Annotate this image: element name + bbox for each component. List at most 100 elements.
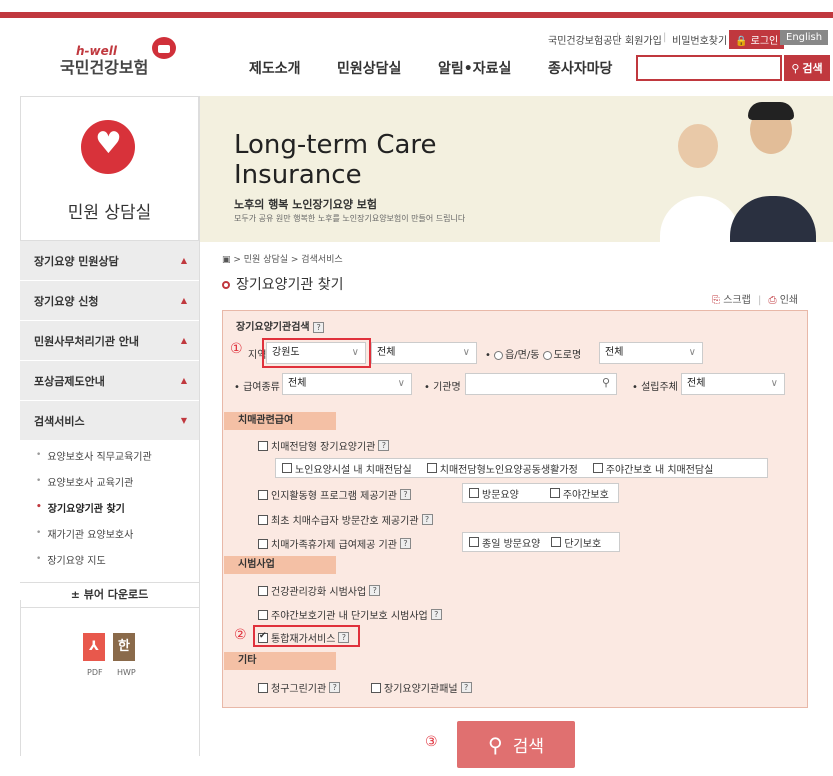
sidebar-item-ltc-consult[interactable]: 장기요양 민원상담 ▲ [20, 241, 199, 281]
help-icon[interactable]: ? [399, 538, 411, 549]
checkbox[interactable] [258, 682, 268, 693]
header-search-input[interactable] [636, 55, 782, 81]
help-icon[interactable]: ? [378, 440, 390, 451]
checkbox[interactable] [258, 514, 268, 525]
checkbox-dementia-facility[interactable]: 치매전담형 장기요양기관 ? [258, 438, 390, 453]
banner-title: Long-term Care Insurance [234, 130, 437, 190]
category-etc: 기타 [224, 652, 336, 670]
checkbox-integrated-home-service[interactable]: 통합재가서비스 ? [258, 630, 350, 645]
checkbox-label: 인지활동형 프로그램 제공기관 [271, 491, 397, 502]
vacation-sub-options: 종일 방문요양 단기보호 [462, 532, 620, 552]
radio-eup-label: 읍/면/동 [505, 350, 540, 361]
english-button[interactable]: English [780, 30, 829, 45]
logo-mark-icon [152, 37, 176, 59]
hwp-viewer-icon[interactable]: 한 [113, 633, 135, 661]
help-icon[interactable]: ? [421, 514, 433, 525]
district-select[interactable]: 전체 ∨ [371, 342, 477, 364]
gnb-item-workers[interactable]: 종사자마당 [548, 58, 612, 78]
checkbox-health-pilot[interactable]: 건강관리강화 시범사업 ? [258, 583, 381, 598]
scrap-button[interactable]: 스크랩 [723, 295, 751, 306]
scrap-icon: ⎘ [712, 295, 720, 306]
lock-icon: 🔒 [735, 36, 748, 47]
submenu-item-caregiver-school[interactable]: 요양보호사 교육기관 [20, 468, 199, 494]
checkbox[interactable] [469, 488, 479, 498]
region-select[interactable]: 강원도 ∨ [266, 342, 366, 364]
help-icon[interactable]: ? [399, 489, 411, 500]
help-icon[interactable]: ? [460, 682, 472, 693]
gnb-item-intro[interactable]: 제도소개 [249, 58, 301, 78]
checkbox[interactable] [426, 463, 437, 473]
gnb-item-civil[interactable]: 민원상담실 [337, 58, 401, 78]
radio-road[interactable] [542, 350, 552, 360]
checkbox-ltc-panel[interactable]: 장기요양기관패널 ? [371, 680, 472, 695]
viewer-download[interactable]: ± 뷰어 다운로드 [20, 582, 199, 608]
print-icon: ⎙ [768, 295, 777, 306]
org-label: • 기관명 [424, 382, 461, 393]
submenu-item-home-caregiver[interactable]: 재가기관 요양보호사 [20, 520, 199, 546]
checkbox-label: 주야간보호 [562, 489, 609, 501]
checkbox[interactable] [258, 538, 268, 549]
banner-face-woman [678, 124, 718, 168]
chevron-up-icon: ▲ [180, 336, 187, 345]
checkbox-cognitive-program[interactable]: 인지활동형 프로그램 제공기관 ? [258, 487, 411, 502]
checkbox-label: 노인요양시설 내 치매전담실 [295, 464, 412, 476]
header-search-button[interactable]: ⚲ 검색 [784, 55, 830, 81]
sidebar-item-search-service[interactable]: 검색서비스 ▼ [20, 401, 199, 441]
checkbox[interactable] [282, 463, 292, 473]
sidebar-item-agency-guide[interactable]: 민원사무처리기관 안내 ▲ [20, 321, 199, 361]
home-icon[interactable]: ▣ [222, 255, 231, 265]
help-icon[interactable]: ? [338, 632, 350, 643]
checkbox-label: 방문요양 [482, 489, 519, 501]
help-icon[interactable]: ? [369, 585, 381, 596]
checkbox-label: 치매전담형노인요양공동생활가정 [439, 464, 578, 476]
founder-select[interactable]: 전체 ∨ [681, 373, 785, 395]
checkbox-green-claim[interactable]: 청구그린기관 ? [258, 680, 341, 695]
checkbox-dementia-family-vacation[interactable]: 치매가족휴가제 급여제공 기관 ? [258, 536, 411, 551]
checkbox-label: 최초 치매수급자 방문간호 제공기관 [271, 516, 419, 527]
checkbox[interactable] [549, 488, 560, 498]
search-button[interactable]: ⚲ 검색 [457, 721, 575, 768]
print-button[interactable]: 인쇄 [780, 295, 798, 306]
checkbox[interactable] [258, 585, 268, 596]
checkbox[interactable] [258, 440, 268, 451]
gnb-item-notice[interactable]: 알림•자료실 [438, 58, 511, 78]
checkbox-short-term-pilot[interactable]: 주야간보호기관 내 단기보호 시범사업 ? [258, 607, 442, 622]
util-link-find-password[interactable]: 비밀번호찾기 [672, 32, 727, 47]
checkbox-label: 청구그린기관 [271, 684, 327, 695]
help-icon[interactable]: ? [313, 321, 325, 333]
checkbox-first-dementia-nursing[interactable]: 최초 치매수급자 방문간호 제공기관 ? [258, 512, 433, 527]
login-button[interactable]: 🔒 로그인 [729, 30, 785, 49]
util-link-join[interactable]: 회원가입 [625, 32, 662, 47]
sidebar-submenu: 요양보호사 직무교육기관 요양보호사 교육기관 장기요양기관 찾기 재가기관 요… [20, 442, 199, 572]
banner-person-man [730, 196, 816, 242]
logo[interactable]: 국민건강보험 [60, 54, 148, 78]
checkbox[interactable] [592, 463, 603, 473]
pdf-viewer-icon[interactable]: ⅄ [83, 633, 105, 661]
help-icon[interactable]: ? [430, 609, 442, 620]
checkbox[interactable] [551, 537, 562, 547]
banner-person-woman [660, 196, 740, 242]
checkbox[interactable] [371, 682, 381, 693]
org-name-input[interactable]: ⚲ [465, 373, 617, 395]
util-link-nhis[interactable]: 국민건강보험공단 [548, 32, 622, 47]
breadcrumb-path[interactable]: 민원 상담실 > 검색서비스 [244, 255, 343, 265]
chevron-down-icon: ∨ [770, 378, 778, 389]
checkbox-label: 장기요양기관패널 [384, 684, 458, 695]
submenu-item-find-institution[interactable]: 장기요양기관 찾기 [20, 494, 199, 520]
radio-eup[interactable] [494, 350, 504, 360]
help-icon[interactable]: ? [329, 682, 341, 693]
checkbox-label: 치매가족휴가제 급여제공 기관 [271, 540, 397, 551]
checkbox[interactable] [469, 537, 479, 547]
sidebar-item-reward[interactable]: 포상금제도안내 ▲ [20, 361, 199, 401]
road-select[interactable]: 전체 ∨ [599, 342, 703, 364]
submenu-item-caregiver-training[interactable]: 요양보호사 직무교육기관 [20, 442, 199, 468]
checkbox[interactable] [258, 609, 268, 620]
submenu-item-ltc-map[interactable]: 장기요양 지도 [20, 546, 199, 572]
util-sep: | [663, 32, 667, 43]
checkbox-checked[interactable] [258, 631, 268, 643]
benefit-select[interactable]: 전체 ∨ [282, 373, 412, 395]
chevron-down-icon: ∨ [397, 378, 405, 389]
sidebar-item-ltc-apply[interactable]: 장기요양 신청 ▲ [20, 281, 199, 321]
search-icon[interactable]: ⚲ [602, 376, 610, 389]
checkbox[interactable] [258, 489, 268, 500]
